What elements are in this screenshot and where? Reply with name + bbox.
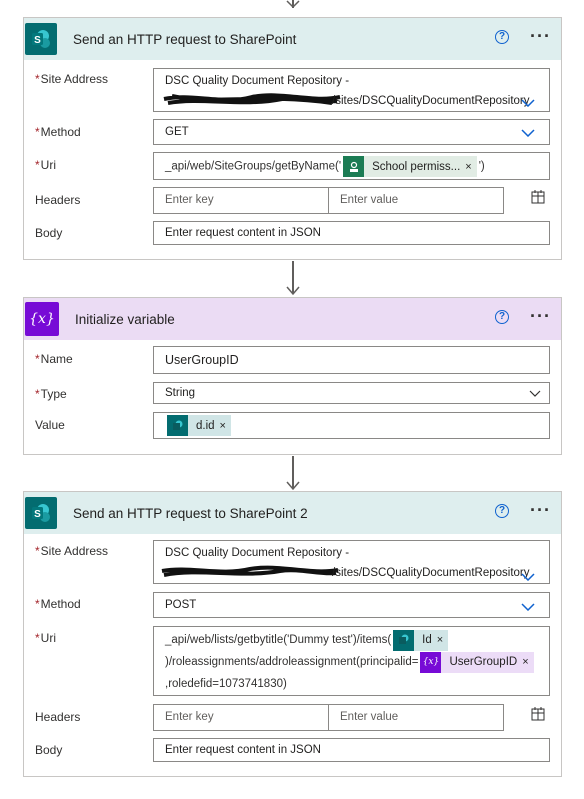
action-card-http-request-2: S Send an HTTP request to SharePoint 2 ?… bbox=[23, 491, 562, 777]
card-header[interactable]: S Send an HTTP request to SharePoint 2 ?… bbox=[24, 492, 561, 534]
forms-icon bbox=[343, 156, 365, 177]
remove-token-icon[interactable]: × bbox=[437, 629, 448, 651]
headers-label: Headers bbox=[35, 193, 81, 207]
flow-connector-arrow bbox=[285, 456, 301, 492]
more-options-icon[interactable]: ··· bbox=[530, 26, 551, 47]
sharepoint-icon bbox=[167, 415, 188, 436]
help-icon[interactable]: ? bbox=[495, 310, 509, 324]
chevron-down-icon[interactable] bbox=[521, 603, 535, 611]
sharepoint-icon: S bbox=[25, 23, 57, 55]
flow-connector-arrow-top bbox=[285, 0, 301, 14]
action-card-initialize-variable: {x} Initialize variable ? ··· *Name User… bbox=[23, 297, 562, 455]
dynamic-content-token[interactable]: Id × bbox=[393, 629, 449, 651]
chevron-down-icon[interactable] bbox=[521, 99, 535, 107]
method-dropdown[interactable]: GET bbox=[153, 119, 550, 145]
card-header[interactable]: {x} Initialize variable ? ··· bbox=[24, 298, 561, 340]
name-label: *Name bbox=[35, 352, 73, 366]
redaction-scribble bbox=[163, 93, 341, 105]
down-arrow-connector-icon bbox=[286, 481, 300, 491]
uri-input[interactable]: _api/web/SiteGroups/getByName(' School p… bbox=[153, 152, 550, 180]
sharepoint-icon bbox=[393, 629, 415, 651]
dynamic-content-token[interactable]: d.id × bbox=[167, 415, 231, 436]
type-label: *Type bbox=[35, 387, 67, 401]
chevron-down-icon[interactable] bbox=[529, 390, 541, 397]
site-address-label: *Site Address bbox=[35, 544, 109, 558]
variable-name-input[interactable]: UserGroupID bbox=[153, 346, 550, 374]
svg-text:S: S bbox=[34, 509, 41, 520]
card-title: Send an HTTP request to SharePoint bbox=[73, 31, 297, 47]
variable-icon: {x} bbox=[25, 302, 59, 336]
method-label: *Method bbox=[35, 597, 81, 611]
site-address-dropdown[interactable]: DSC Quality Document Repository - /sites… bbox=[153, 540, 550, 584]
variable-icon: {x} bbox=[420, 651, 442, 673]
value-label: Value bbox=[35, 418, 65, 432]
body-label: Body bbox=[35, 743, 63, 757]
help-icon[interactable]: ? bbox=[495, 504, 509, 518]
card-title: Initialize variable bbox=[75, 311, 175, 327]
uri-input[interactable]: _api/web/lists/getbytitle('Dummy test')/… bbox=[153, 626, 550, 696]
more-options-icon[interactable]: ··· bbox=[530, 306, 551, 327]
header-key-input[interactable]: Enter key bbox=[153, 704, 329, 731]
svg-text:S: S bbox=[34, 35, 41, 46]
site-address-dropdown[interactable]: DSC Quality Document Repository - /sites… bbox=[153, 68, 550, 112]
variable-type-dropdown[interactable]: String bbox=[153, 382, 550, 404]
dynamic-content-token[interactable]: {x} UserGroupID × bbox=[420, 651, 534, 673]
help-icon[interactable]: ? bbox=[495, 30, 509, 44]
body-input[interactable]: Enter request content in JSON bbox=[153, 738, 550, 762]
down-arrow-connector-icon bbox=[286, 0, 300, 9]
header-value-input[interactable]: Enter value bbox=[328, 704, 504, 731]
uri-label: *Uri bbox=[35, 158, 56, 172]
method-label: *Method bbox=[35, 125, 81, 139]
headers-label: Headers bbox=[35, 710, 81, 724]
remove-token-icon[interactable]: × bbox=[220, 420, 231, 432]
remove-token-icon[interactable]: × bbox=[465, 161, 476, 173]
uri-label: *Uri bbox=[35, 631, 56, 645]
site-address-label: *Site Address bbox=[35, 72, 109, 86]
more-options-icon[interactable]: ··· bbox=[530, 500, 551, 521]
remove-token-icon[interactable]: × bbox=[522, 651, 533, 673]
redaction-scribble bbox=[161, 565, 339, 577]
body-input[interactable]: Enter request content in JSON bbox=[153, 221, 550, 245]
down-arrow-connector-icon bbox=[286, 286, 300, 296]
variable-value-input[interactable]: d.id × bbox=[153, 412, 550, 439]
switch-to-text-mode-icon[interactable] bbox=[531, 707, 545, 721]
header-value-input[interactable]: Enter value bbox=[328, 187, 504, 214]
flow-connector-arrow bbox=[285, 261, 301, 297]
card-title: Send an HTTP request to SharePoint 2 bbox=[73, 505, 308, 521]
chevron-down-icon[interactable] bbox=[521, 573, 535, 581]
sharepoint-icon: S bbox=[25, 497, 57, 529]
dynamic-content-token[interactable]: School permiss... × bbox=[343, 156, 477, 177]
chevron-down-icon[interactable] bbox=[521, 129, 535, 137]
body-label: Body bbox=[35, 226, 63, 240]
card-header[interactable]: S Send an HTTP request to SharePoint ? ·… bbox=[24, 18, 561, 60]
method-dropdown[interactable]: POST bbox=[153, 592, 550, 618]
action-card-http-request: S Send an HTTP request to SharePoint ? ·… bbox=[23, 17, 562, 260]
header-key-input[interactable]: Enter key bbox=[153, 187, 329, 214]
switch-to-text-mode-icon[interactable] bbox=[531, 190, 545, 204]
